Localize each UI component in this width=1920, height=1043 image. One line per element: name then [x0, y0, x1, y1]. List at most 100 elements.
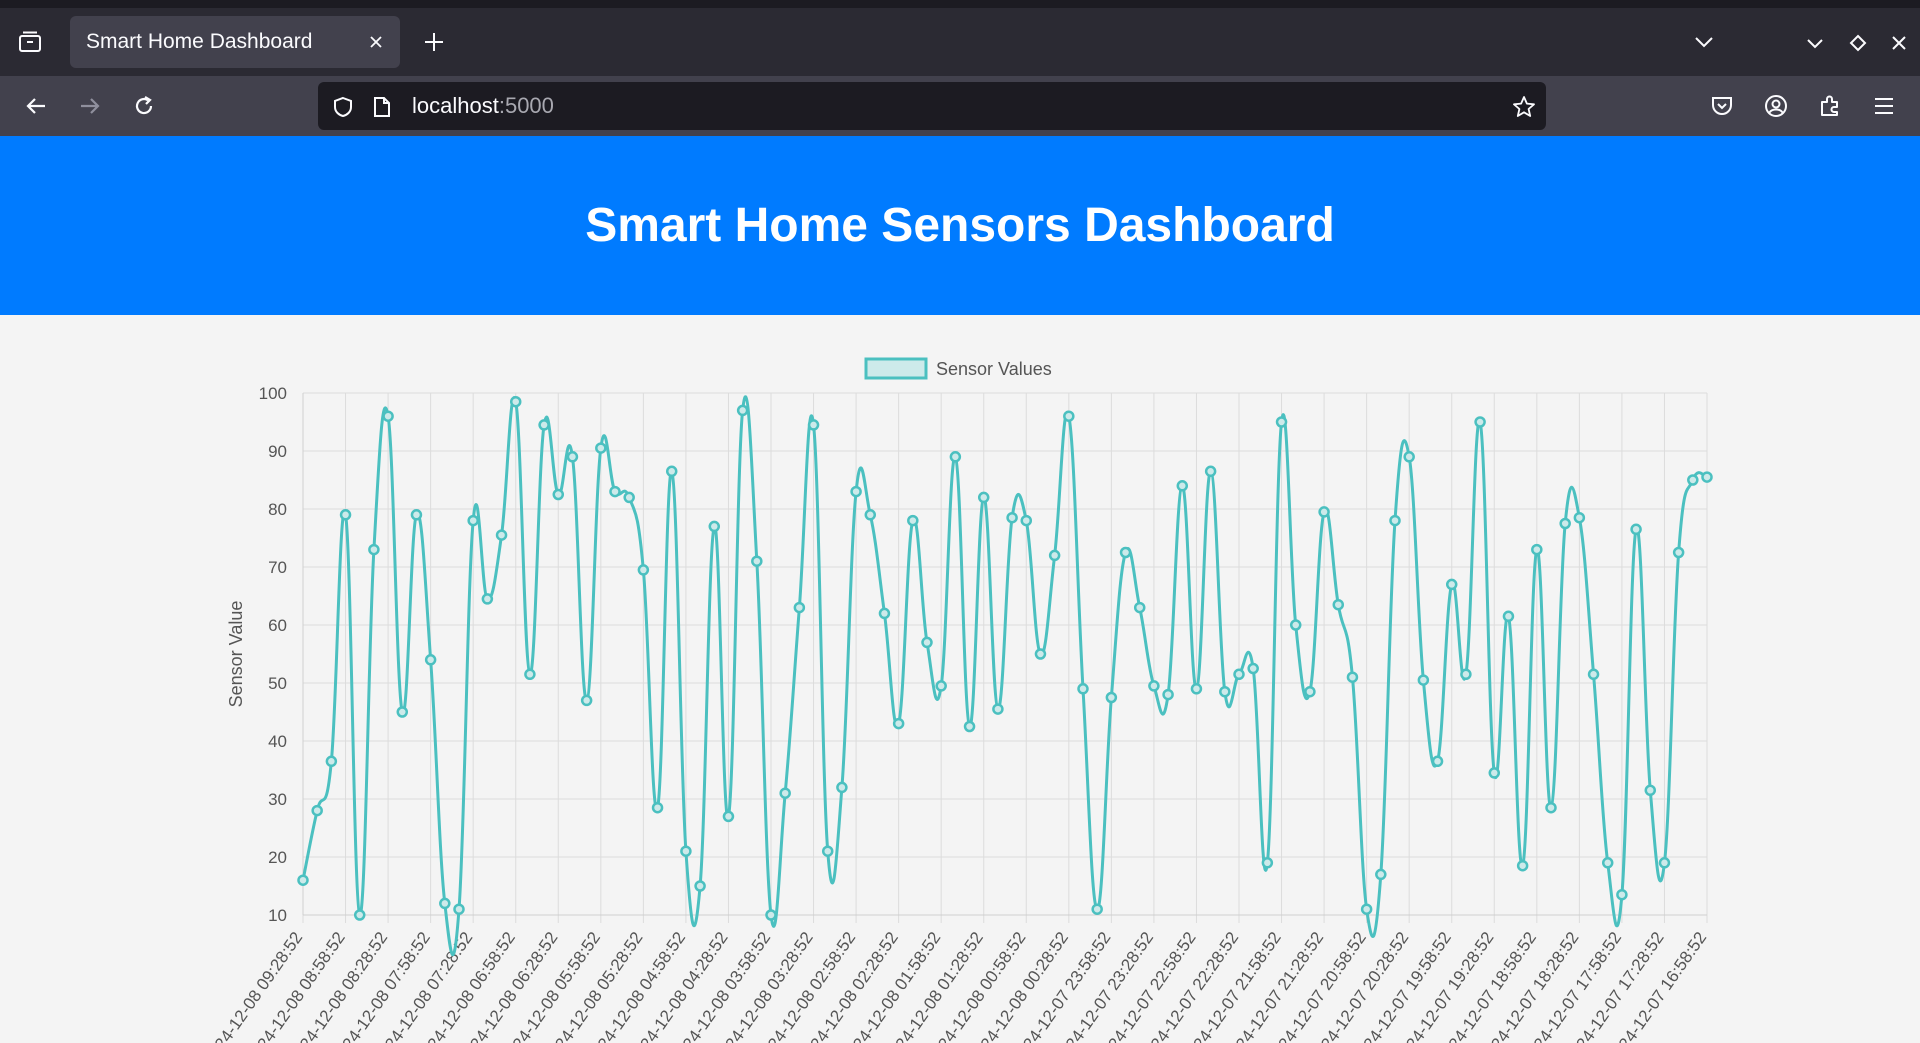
- legend-swatch: [864, 357, 928, 380]
- address-bar[interactable]: localhost:5000: [318, 82, 1546, 130]
- data-point: [1431, 755, 1444, 768]
- data-point: [836, 781, 848, 794]
- data-point: [935, 680, 947, 692]
- data-point: [1516, 859, 1529, 872]
- data-point: [1346, 671, 1359, 683]
- data-point: [311, 804, 323, 817]
- data-point: [524, 668, 536, 681]
- account-icon[interactable]: [1760, 90, 1792, 122]
- bookmark-star-icon[interactable]: [1510, 93, 1538, 121]
- minimize-window-icon[interactable]: [1800, 28, 1830, 58]
- tracking-protection-shield-icon[interactable]: [330, 94, 356, 120]
- extensions-icon[interactable]: [1814, 90, 1846, 122]
- data-point: [637, 564, 650, 576]
- data-point: [509, 395, 522, 408]
- data-point: [1687, 474, 1699, 486]
- data-point: [1275, 416, 1288, 428]
- data-point: [793, 601, 806, 614]
- data-point: [566, 451, 579, 463]
- list-all-tabs-icon[interactable]: [1688, 26, 1720, 58]
- data-point: [1445, 578, 1458, 591]
- url-port: :5000: [498, 93, 554, 118]
- sensor-chart-container: 10 20 30 40 50 60 70 80 90 100 2024-12-08 09:28:52…: [0, 315, 1920, 1043]
- tab-title: Smart Home Dashboard: [86, 30, 313, 53]
- data-point: [949, 451, 962, 463]
- y-axis-title: Sensor Value: [226, 601, 246, 708]
- data-point: [1219, 685, 1231, 698]
- data-point: [1375, 868, 1387, 881]
- back-icon[interactable]: [18, 90, 54, 122]
- data-point: [1133, 601, 1146, 614]
- data-point: [297, 874, 309, 886]
- sensor-values-line: [301, 395, 1708, 957]
- maximize-window-icon[interactable]: [1843, 28, 1873, 58]
- data-point: [1630, 523, 1642, 536]
- data-point: [1616, 888, 1628, 901]
- data-point: [665, 465, 678, 478]
- data-point: [1644, 784, 1657, 797]
- data-point: [1389, 514, 1401, 527]
- x-tick-label: 2024-12-08 09:28:52: [200, 928, 306, 1043]
- data-point: [864, 509, 877, 521]
- data-point: [495, 529, 508, 541]
- new-tab-icon[interactable]: [418, 26, 450, 58]
- data-point: [850, 485, 862, 498]
- data-point: [1318, 506, 1330, 518]
- y-tick-label: 90: [268, 442, 287, 461]
- active-tab[interactable]: Smart Home Dashboard: [70, 16, 400, 68]
- data-point: [368, 543, 380, 556]
- data-point: [807, 419, 820, 431]
- data-point: [1048, 549, 1061, 562]
- y-tick-label: 10: [268, 906, 287, 925]
- data-point: [1162, 688, 1174, 701]
- data-point: [595, 442, 607, 454]
- page-info-icon[interactable]: [370, 94, 394, 120]
- data-point: [821, 845, 834, 857]
- data-point: [779, 787, 791, 799]
- reload-icon[interactable]: [126, 90, 162, 122]
- data-point: [1488, 767, 1501, 779]
- sensor-line-chart: 10 20 30 40 50 60 70 80 90 100 2024-12-08 09:28:52…: [200, 357, 1713, 1043]
- url-text[interactable]: localhost:5000: [412, 82, 554, 130]
- data-point: [1261, 857, 1274, 869]
- data-point: [651, 801, 664, 814]
- menu-icon[interactable]: [1868, 90, 1900, 122]
- data-point: [736, 404, 749, 417]
- data-point: [708, 520, 721, 533]
- data-point: [1587, 668, 1600, 681]
- data-point: [552, 488, 565, 501]
- data-point: [765, 909, 777, 921]
- data-point: [680, 845, 692, 857]
- data-point: [424, 654, 437, 666]
- data-point: [1417, 674, 1430, 686]
- data-point: [1474, 416, 1486, 428]
- data-point: [481, 593, 494, 605]
- data-point: [396, 706, 409, 718]
- data-point: [1502, 610, 1515, 623]
- data-point: [751, 555, 763, 567]
- data-point: [1672, 546, 1685, 559]
- data-point: [1077, 683, 1089, 695]
- data-point: [1701, 471, 1713, 483]
- close-tab-icon[interactable]: [364, 30, 388, 54]
- y-tick-label: 80: [268, 500, 287, 519]
- pocket-icon[interactable]: [1706, 90, 1738, 122]
- y-tick-label: 70: [268, 558, 287, 577]
- tab-bar: Smart Home Dashboard: [0, 8, 1920, 76]
- close-window-icon[interactable]: [1884, 28, 1914, 58]
- data-point: [1233, 668, 1245, 681]
- page-title: Smart Home Sensors Dashboard: [585, 199, 1335, 252]
- data-point: [694, 880, 706, 892]
- data-point: [1304, 685, 1316, 698]
- data-point: [1063, 410, 1075, 422]
- y-tick-label: 30: [268, 790, 287, 809]
- forward-icon[interactable]: [72, 90, 108, 122]
- data-point: [992, 703, 1004, 715]
- data-point: [538, 419, 550, 431]
- tab-overview-icon[interactable]: [14, 26, 46, 58]
- data-point: [1658, 857, 1671, 869]
- data-point: [1247, 662, 1259, 675]
- data-point: [623, 491, 635, 504]
- data-point: [892, 717, 905, 730]
- y-tick-label: 20: [268, 848, 287, 867]
